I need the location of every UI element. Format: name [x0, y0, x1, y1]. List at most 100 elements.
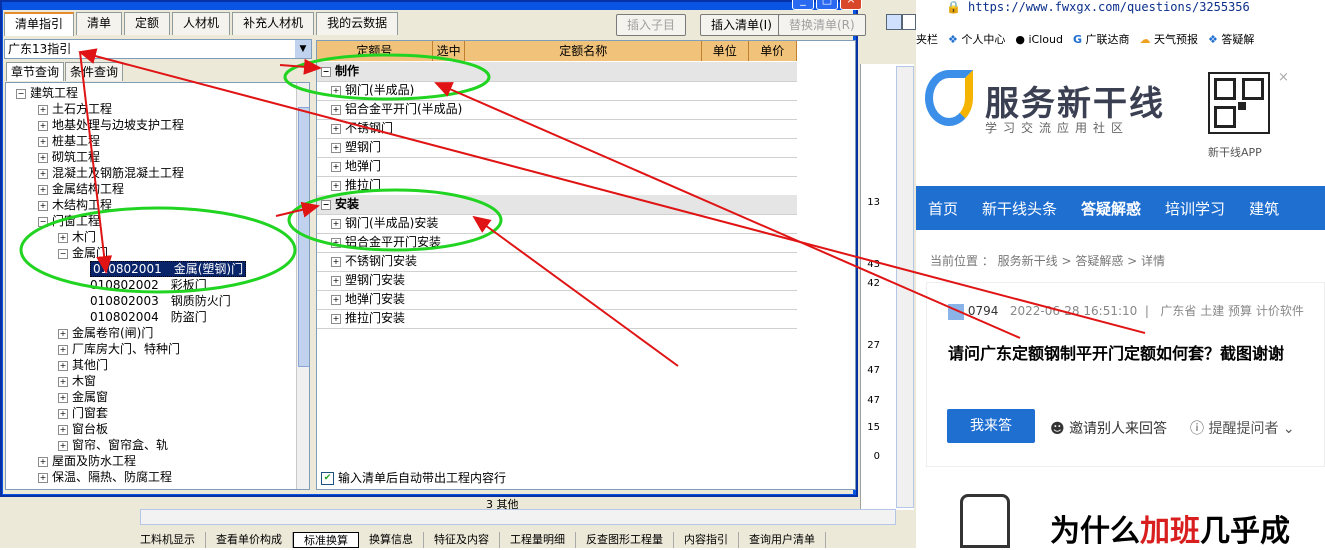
expand-icon[interactable]: +	[331, 256, 341, 267]
tree-node[interactable]: + 厂库房大门、特种门	[58, 341, 180, 357]
grid-row[interactable]: + 铝合金平开门(半成品)	[317, 100, 797, 120]
nav-item[interactable]: 首页	[916, 198, 970, 219]
bottom-tab[interactable]: 特征及内容	[424, 532, 500, 548]
tree-node[interactable]: + 保温、隔热、防腐工程	[38, 469, 172, 485]
tree-scrollbar[interactable]	[296, 83, 309, 489]
tree-leaf[interactable]: 010802002 彩板门	[90, 277, 207, 293]
expand-icon[interactable]: +	[331, 123, 341, 134]
answer-button[interactable]: 我来答	[947, 409, 1035, 443]
nav-item[interactable]: 培训学习	[1153, 198, 1237, 219]
nav-item-active[interactable]: 答疑解惑	[1069, 198, 1153, 219]
expand-icon[interactable]: +	[331, 161, 341, 172]
expand-icon[interactable]: +	[331, 104, 341, 115]
col-quota-no[interactable]: 定额号	[317, 41, 433, 61]
collapse-icon[interactable]: −	[321, 66, 331, 77]
grid-group-row[interactable]: − 制作	[317, 62, 797, 82]
bottom-tab[interactable]: 查看单价构成	[206, 532, 293, 548]
tab-guide[interactable]: 清单指引	[4, 12, 75, 36]
tree-node[interactable]: + 金属卷帘(闸)门	[58, 325, 153, 341]
bottom-tab[interactable]: 反查图形工程量	[576, 532, 674, 548]
avatar[interactable]	[948, 303, 964, 320]
replace-list-button[interactable]: 替换清单(R)	[778, 14, 866, 36]
grid-group-row[interactable]: − 安装	[317, 195, 797, 215]
tab-labor-material[interactable]: 人材机	[172, 12, 231, 35]
tree-leaf[interactable]: 010802004 防盗门	[90, 309, 207, 325]
tree-root[interactable]: − 建筑工程	[16, 85, 78, 101]
tree-node[interactable]: + 屋面及防水工程	[38, 453, 136, 469]
bottom-tab[interactable]: 查询用户清单	[739, 532, 826, 548]
nav-item[interactable]: 新干线头条	[970, 198, 1069, 219]
expand-icon[interactable]: +	[331, 313, 341, 324]
tree-node[interactable]: + 木窗	[58, 373, 96, 389]
grid-row[interactable]: + 推拉门安装	[317, 309, 797, 329]
tab-cloud-data[interactable]: 我的云数据	[316, 12, 399, 35]
tree-node[interactable]: + 门窗套	[58, 405, 108, 421]
tab-list[interactable]: 清单	[76, 12, 123, 35]
toolbar-icon[interactable]	[886, 14, 902, 30]
col-price[interactable]: 单价	[749, 41, 797, 61]
toolbar-icon[interactable]	[902, 14, 916, 30]
bottom-tab[interactable]: 工程量明细	[500, 532, 576, 548]
tree-node[interactable]: + 桩基工程	[38, 133, 100, 149]
expand-icon[interactable]: +	[331, 237, 341, 248]
bookmark[interactable]: ● iCloud	[1015, 33, 1063, 46]
grid-row[interactable]: + 地弹门	[317, 157, 797, 177]
expand-icon[interactable]: +	[331, 180, 341, 191]
expand-icon[interactable]: +	[331, 218, 341, 229]
tab-condition-query[interactable]: 条件查询	[65, 62, 124, 81]
close-icon[interactable]: ×	[1278, 70, 1289, 85]
bookmark[interactable]: ❖ 答疑解	[1208, 31, 1254, 47]
grid-row[interactable]: + 不锈钢门	[317, 119, 797, 139]
insert-sub-button[interactable]: 插入子目	[616, 14, 687, 36]
address-bar[interactable]: 🔒 https://www.fwxgx.com/questions/325535…	[916, 0, 1325, 18]
bookmark[interactable]: G 广联达商	[1073, 31, 1130, 47]
tree-node[interactable]: + 混凝土及钢筋混凝土工程	[38, 165, 184, 181]
tree-node[interactable]: + 其他门	[58, 357, 108, 373]
grid-row[interactable]: + 地弹门安装	[317, 290, 797, 310]
insert-list-button[interactable]: 插入清单(I)	[700, 14, 783, 36]
tree-leaf[interactable]: 010802003 钢质防火门	[90, 293, 231, 309]
grid-row[interactable]: + 塑钢门	[317, 138, 797, 158]
grid-row[interactable]: + 推拉门	[317, 176, 797, 196]
invite-link[interactable]: ☻ 邀请别人来回答	[1050, 418, 1167, 438]
bookmark[interactable]: 夹栏	[916, 31, 938, 47]
col-unit[interactable]: 单位	[702, 41, 749, 61]
tree-node[interactable]: + 木门	[58, 229, 96, 245]
tree-node[interactable]: + 窗台板	[58, 421, 108, 437]
tab-chapter-query[interactable]: 章节查询	[6, 62, 65, 81]
col-selected[interactable]: 选中	[433, 41, 466, 61]
expand-icon[interactable]: +	[331, 294, 341, 305]
chevron-down-icon[interactable]: ▼	[295, 40, 311, 58]
checkbox-checked-icon[interactable]: ✔	[321, 472, 334, 485]
tree-node[interactable]: + 金属结构工程	[38, 181, 124, 197]
tree-node[interactable]: + 土石方工程	[38, 101, 112, 117]
bottom-tab-active[interactable]: 标准换算	[293, 532, 359, 548]
bottom-tab[interactable]: 工料机显示	[130, 532, 206, 548]
grid-row[interactable]: + 塑钢门安装	[317, 271, 797, 291]
tab-quota[interactable]: 定额	[124, 12, 171, 35]
post-user[interactable]: 0794	[968, 304, 999, 318]
close-icon[interactable]: ×	[840, 0, 862, 10]
site-logo-icon[interactable]	[925, 70, 973, 126]
minimize-icon[interactable]: _	[792, 0, 814, 10]
tree-node[interactable]: + 地基处理与边坡支护工程	[38, 117, 184, 133]
grid-row[interactable]: + 不锈钢门安装	[317, 252, 797, 272]
tree-node[interactable]: + 木结构工程	[38, 197, 112, 213]
remind-link[interactable]: ⓘ 提醒提问者 ⌄	[1190, 418, 1295, 438]
bookmark[interactable]: ☁ 天气预报	[1140, 31, 1199, 47]
tree-node[interactable]: + 砌筑工程	[38, 149, 100, 165]
guide-select[interactable]: 广东13指引 ▼	[4, 39, 312, 59]
bottom-tab[interactable]: 内容指引	[674, 532, 739, 548]
nav-item[interactable]: 建筑	[1237, 198, 1291, 219]
grid-row[interactable]: + 钢门(半成品)	[317, 81, 797, 101]
grid-row[interactable]: + 铝合金平开门安装	[317, 233, 797, 253]
tree-node[interactable]: + 窗帘、窗帘盒、轨	[58, 437, 168, 453]
url-text[interactable]: https://www.fwxgx.com/questions/3255356	[968, 0, 1250, 14]
bottom-tab[interactable]: 换算信息	[359, 532, 424, 548]
tree-node[interactable]: − 门窗工程	[38, 213, 100, 229]
expand-icon[interactable]: +	[331, 85, 341, 96]
tree-node[interactable]: − 金属门	[58, 245, 108, 261]
col-quota-name[interactable]: 定额名称	[465, 41, 702, 61]
maximize-icon[interactable]: □	[816, 0, 838, 10]
auto-content-option[interactable]: ✔ 输入清单后自动带出工程内容行	[321, 469, 506, 486]
